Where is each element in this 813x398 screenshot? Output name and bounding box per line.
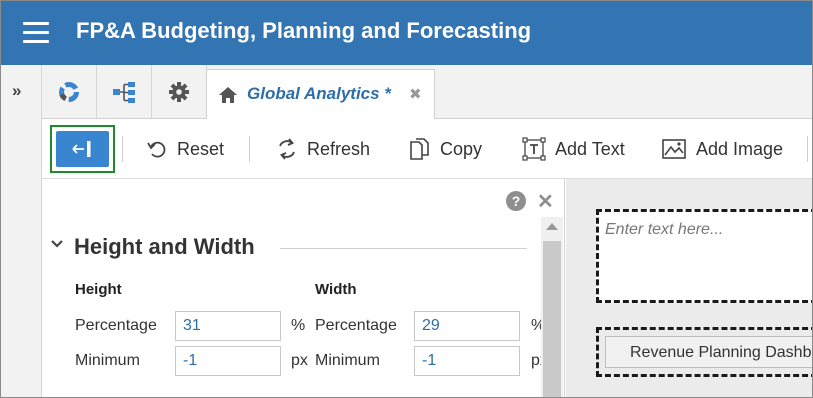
canvas-text-box[interactable]: Enter text here... — [596, 209, 812, 303]
home-icon — [219, 87, 237, 103]
toolbar-divider — [249, 136, 250, 162]
add-image-button[interactable]: Add Image — [661, 135, 783, 163]
height-heading: Height — [75, 281, 122, 298]
tab-hierarchy[interactable] — [97, 65, 152, 119]
width-heading: Width — [315, 281, 357, 298]
app-title: FP&A Budgeting, Planning and Forecasting — [76, 18, 532, 43]
close-icon[interactable]: ✕ — [537, 189, 554, 214]
height-minimum-unit: px — [291, 352, 308, 369]
hierarchy-icon — [113, 82, 135, 103]
tab-settings[interactable] — [152, 65, 207, 119]
height-percentage-input[interactable] — [175, 311, 281, 341]
reset-button[interactable]: Reset — [146, 135, 224, 163]
app-header: FP&A Budgeting, Planning and Forecasting — [1, 1, 812, 65]
canvas-dashboard-widget[interactable]: Revenue Planning Dashboard — [596, 327, 812, 377]
copy-button[interactable]: Copy — [409, 135, 482, 163]
refresh-icon — [279, 138, 295, 160]
add-text-label: Add Text — [555, 138, 625, 159]
app-window: FP&A Budgeting, Planning and Forecasting… — [0, 0, 813, 398]
copy-icon — [410, 138, 429, 160]
width-percentage-input[interactable] — [414, 311, 520, 341]
scroll-thumb[interactable] — [543, 241, 561, 397]
help-icon[interactable]: ? — [506, 191, 526, 211]
tab-global-analytics[interactable]: Global Analytics * ✖ — [206, 69, 435, 120]
refresh-label: Refresh — [307, 138, 371, 159]
panel-scrollbar[interactable] — [541, 217, 563, 397]
tab-bar: Global Analytics * ✖ — [42, 65, 812, 120]
section-title: Height and Width — [74, 234, 255, 259]
dashboard-link-button[interactable]: Revenue Planning Dashboard — [605, 336, 812, 368]
gear-icon — [169, 82, 189, 102]
add-image-label: Add Image — [696, 138, 784, 159]
properties-panel: ? ✕ Height and Width Height Percentage %… — [42, 179, 565, 397]
width-minimum-label: Minimum — [315, 352, 380, 369]
section-divider — [280, 248, 527, 249]
collapse-panel-button[interactable] — [56, 131, 109, 167]
height-minimum-input[interactable] — [175, 346, 281, 376]
image-icon — [662, 139, 686, 159]
reset-label: Reset — [177, 138, 225, 159]
add-text-button[interactable]: Add Text — [522, 135, 625, 163]
text-box-placeholder: Enter text here... — [605, 221, 724, 238]
width-minimum-input[interactable] — [414, 346, 520, 376]
tab-analytics[interactable] — [42, 65, 97, 119]
undo-icon — [147, 141, 166, 158]
width-percentage-label: Percentage — [315, 317, 397, 334]
copy-label: Copy — [440, 138, 483, 159]
text-box-icon — [522, 137, 546, 161]
toolbar: Reset Refresh Copy Add Text Add Image — [42, 119, 812, 179]
toolbar-divider — [807, 136, 808, 162]
collapse-button-focus — [50, 125, 115, 173]
double-chevron-right-icon[interactable]: » — [12, 81, 22, 101]
donut-chart-icon — [59, 82, 79, 102]
chevron-down-icon[interactable] — [50, 239, 64, 249]
design-canvas: Enter text here... Revenue Planning Dash… — [566, 179, 812, 397]
refresh-button[interactable]: Refresh — [276, 135, 370, 163]
left-rail: » — [1, 65, 42, 397]
hamburger-menu-icon[interactable] — [23, 22, 49, 44]
height-percentage-unit: % — [291, 317, 306, 334]
scroll-up-icon[interactable] — [546, 223, 558, 230]
close-tab-icon[interactable]: ✖ — [409, 85, 422, 103]
tab-label: Global Analytics * — [247, 84, 391, 103]
height-minimum-label: Minimum — [75, 352, 140, 369]
toolbar-divider — [122, 136, 123, 162]
height-percentage-label: Percentage — [75, 317, 157, 334]
arrow-left-bar-icon — [71, 141, 90, 157]
